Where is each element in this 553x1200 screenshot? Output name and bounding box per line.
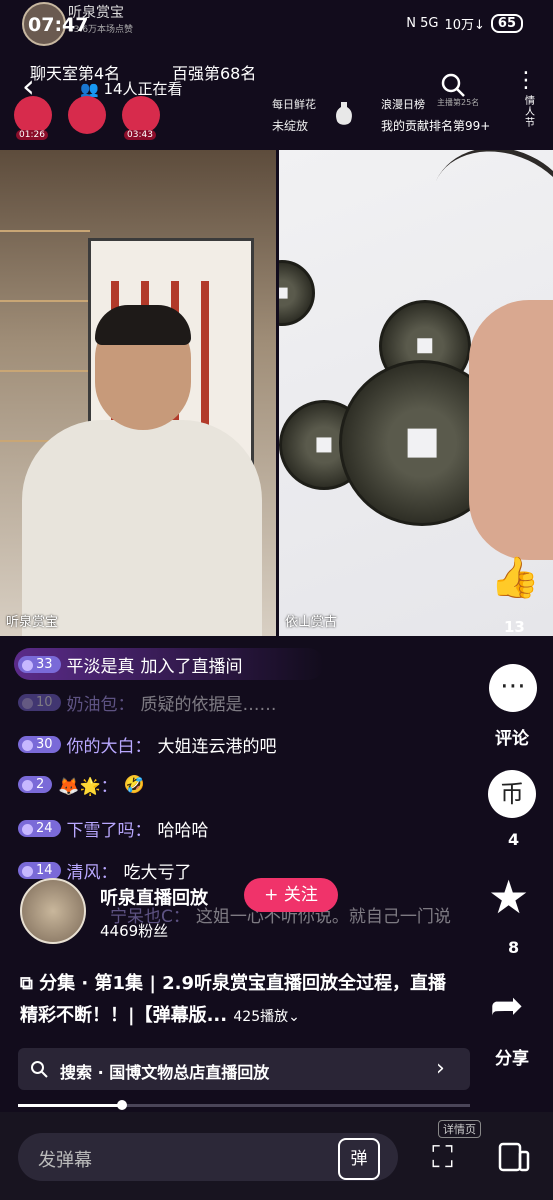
streamer-hair xyxy=(95,305,191,345)
comment-row: 2 🦊🌟： 🤣 xyxy=(18,772,145,797)
play-count: 425播放 xyxy=(233,1009,289,1025)
level-badge: 2 xyxy=(18,776,53,793)
daily-list-rank: 主播第25名 xyxy=(437,98,480,107)
comment-user[interactable]: 下雪了吗： xyxy=(67,816,152,841)
comment-text: 大姐连云港的吧 xyxy=(157,737,277,757)
right-pane-label: 依山赏古 xyxy=(285,615,338,630)
search-icon xyxy=(31,1061,48,1078)
chevron-down-icon[interactable]: ⌄ xyxy=(288,1009,300,1025)
level-badge: 33 xyxy=(18,656,61,673)
star-icon[interactable]: ★ xyxy=(488,872,529,922)
level-badge: 10 xyxy=(18,694,61,711)
coin-count: 4 xyxy=(508,830,520,849)
coin xyxy=(279,260,315,326)
coin-icon[interactable]: 币 xyxy=(488,770,536,818)
status-time: 07:47 xyxy=(28,14,89,36)
badge-timer: 03:43 xyxy=(124,130,156,140)
fullscreen-icon[interactable]: ⛶ xyxy=(432,1143,453,1173)
daily-flower-label[interactable]: 每日鲜花 xyxy=(272,96,316,112)
video-pane-left[interactable]: 听泉赏宝 xyxy=(0,150,276,636)
fan-count: 4469粉丝 xyxy=(100,922,169,940)
related-search-text[interactable]: 搜索 · 国博文物总店直播回放 xyxy=(60,1059,269,1083)
danmaku-placeholder[interactable]: 发弹幕 xyxy=(38,1146,92,1172)
level-badge: 30 xyxy=(18,736,61,753)
gift-badge[interactable] xyxy=(68,96,106,134)
comment-text: 哈哈哈 xyxy=(157,821,209,841)
comment-text: 加入了直播间 xyxy=(140,657,243,677)
status-icons: N 5G 10万↓ 65 xyxy=(406,14,523,33)
comment-row: 33 平淡是真 加入了直播间 xyxy=(18,652,243,677)
comment-text: 🤣 xyxy=(123,774,145,795)
share-icon[interactable]: ➦ xyxy=(490,984,524,1028)
favorite-count: 8 xyxy=(508,938,520,957)
badge-timer: 01:26 xyxy=(16,130,48,140)
battery-indicator: 65 xyxy=(490,14,523,33)
detail-page-label[interactable]: 详情页 xyxy=(438,1120,481,1138)
left-pane-label: 听泉赏宝 xyxy=(6,615,59,630)
progress-fill xyxy=(18,1104,122,1107)
danmaku-toggle-button[interactable]: 弹 xyxy=(338,1138,380,1180)
comment-text: 质疑的依据是…… xyxy=(140,695,277,715)
comment-user[interactable]: 清风： xyxy=(67,858,118,883)
level-badge: 14 xyxy=(18,862,61,879)
comment-row: 24 下雪了吗： 哈哈哈 xyxy=(18,816,209,841)
landscape-icon[interactable] xyxy=(498,1142,530,1172)
daily-list-label[interactable]: 浪漫日榜 xyxy=(381,96,425,112)
progress-knob[interactable] xyxy=(116,1100,127,1110)
comment-row: 10 奶油包： 质疑的依据是…… xyxy=(18,690,277,715)
chevron-right-icon[interactable]: › xyxy=(436,1056,445,1081)
flower-status: 未绽放 xyxy=(272,119,309,133)
divider: | xyxy=(149,973,163,994)
comment-text: 吃大亏了 xyxy=(123,863,192,883)
comment-user[interactable]: 你的大白： xyxy=(67,732,152,757)
follow-button[interactable]: + 关注 xyxy=(244,878,338,912)
valentines-label[interactable]: 情人节 xyxy=(525,96,539,129)
comment-user[interactable]: 奶油包： xyxy=(67,690,135,715)
layers-icon: ⧉ xyxy=(20,973,40,994)
comment-user[interactable]: 平淡是真 xyxy=(67,652,135,677)
comment-row: 30 你的大白： 大姐连云港的吧 xyxy=(18,732,277,757)
share-label[interactable]: 分享 xyxy=(495,1044,529,1069)
contribution-rank[interactable]: 我的贡献排名第99+ xyxy=(381,117,490,134)
comment-user[interactable]: 🦊🌟： xyxy=(58,772,117,797)
level-badge: 24 xyxy=(18,820,61,837)
more-icon[interactable]: ⋮ xyxy=(515,70,537,92)
network-indicator: N 5G xyxy=(406,16,439,31)
hand xyxy=(469,300,553,560)
series-label[interactable]: 分集 · 第1集 xyxy=(39,973,143,994)
top100-rank[interactable]: 百强第68名 xyxy=(172,60,256,84)
comment-label[interactable]: 评论 xyxy=(495,724,529,749)
comment-icon[interactable]: ⋯ xyxy=(489,664,537,712)
search-icon[interactable] xyxy=(440,72,466,98)
streamer-body xyxy=(22,420,262,636)
coin-string xyxy=(409,150,553,301)
gift-badge[interactable]: 01:26 xyxy=(14,96,52,140)
author-avatar[interactable] xyxy=(20,878,86,944)
author-name[interactable]: 听泉直播回放 xyxy=(100,884,208,910)
speed-indicator: 10万↓ xyxy=(444,18,485,33)
thumbs-up-icon[interactable]: 👍 xyxy=(490,556,540,600)
gift-badge[interactable]: 03:43 xyxy=(122,96,160,140)
like-count: 13 xyxy=(504,618,525,636)
video-description[interactable]: ⧉ 分集 · 第1集 | 2.9听泉赏宝直播回放全过程，直播精彩不断！！|【弹幕… xyxy=(20,968,460,1033)
vase-icon[interactable] xyxy=(333,100,355,128)
gift-badges: 01:26 03:43 xyxy=(14,96,160,140)
